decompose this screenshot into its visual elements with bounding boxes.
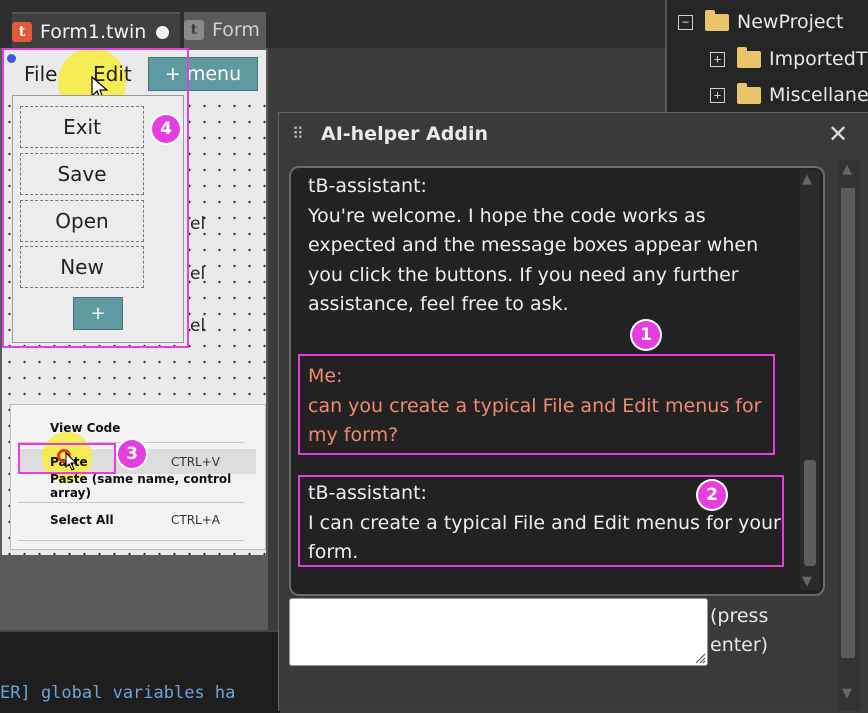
message-line: expected and the message boxes appear wh… [308,234,759,256]
annotation-badge-1: 1 [632,321,660,349]
context-item-label: Select All [50,513,114,527]
message-line: you click the buttons. If you need any f… [308,263,739,286]
message-sender: Me: [308,365,343,387]
drag-handle-icon[interactable]: ⠿ [292,124,304,143]
context-item-select-all[interactable]: Select All CTRL+A [50,508,256,532]
tab-form[interactable]: t Form [184,12,266,48]
scroll-down-icon[interactable]: ▼ [842,686,852,701]
expand-icon[interactable]: + [710,51,725,67]
chat-scrollbar-thumb[interactable] [804,460,816,566]
twinbasic-file-icon: t [12,22,32,42]
tab-label: Form [212,19,260,41]
tree-item-newproject[interactable]: − NewProject [678,7,843,37]
message-sender: tB-assistant: [308,175,427,197]
twinbasic-file-icon: t [184,20,204,40]
tree-item-label: ImportedT [769,48,868,70]
tab-label: Form1.twin [40,21,147,43]
expand-icon[interactable]: + [710,87,725,103]
annotation-badge-4: 4 [152,115,180,143]
tree-item-label: NewProject [737,11,844,33]
shortcut-label: CTRL+V [171,455,220,469]
menu-divider [18,502,244,503]
chat-message-user: Me: can you create a typical File and Ed… [308,362,788,451]
annotation-badge-3: 3 [118,440,146,468]
tree-item-label: Miscellane [769,84,868,106]
unsaved-dot-icon [156,25,170,39]
message-line: my form? [308,424,399,446]
tree-item-miscellaneous[interactable]: + Miscellane [710,80,868,110]
context-item-label: Paste (same name, control array) [50,472,232,500]
highlight-box-3 [18,443,116,474]
scroll-up-icon[interactable]: ▲ [802,172,812,187]
message-line: assistance, feel free to ask. [308,293,569,315]
label-control-fragment: el [190,316,206,336]
hint-line: enter) [710,634,769,656]
scroll-down-icon[interactable]: ▼ [802,574,812,589]
menu-divider [18,540,244,541]
folder-icon [737,82,761,104]
resize-grip-icon[interactable] [694,652,706,664]
folder-icon [737,46,761,68]
message-sender: tB-assistant: [308,482,427,504]
highlight-box-4 [2,48,189,348]
input-hint: (press enter) [710,602,768,660]
tab-form1-twin[interactable]: t Form1.twin [12,12,180,50]
label-control-fragment: el [190,214,206,234]
label-control-fragment: el [190,264,206,284]
panel-scrollbar-thumb[interactable] [841,188,855,658]
ai-panel-title: AI-helper Addin [321,123,489,145]
context-item-view-code[interactable]: View Code [50,416,288,440]
hint-line: (press [710,605,769,627]
shortcut-label: CTRL+A [171,513,220,527]
close-icon[interactable]: ✕ [828,120,848,148]
chat-message: tB-assistant: I can create a typical Fil… [308,479,784,568]
output-line: ER] global variables ha [0,683,236,703]
message-line: can you create a typical File and Edit m… [308,394,762,417]
tree-item-imported[interactable]: + ImportedT [710,44,867,74]
message-line: You're welcome. I hope the code works as [308,204,706,227]
chat-input[interactable] [289,598,708,666]
context-item-paste-array[interactable]: Paste (same name, control array) [50,472,256,500]
chat-message: tB-assistant: You're welcome. I hope the… [308,172,788,320]
scroll-up-icon[interactable]: ▲ [842,162,852,177]
folder-icon [705,9,729,31]
message-line: I can create a typical File and Edit men… [308,511,781,534]
message-line: form. [308,541,359,563]
collapse-icon[interactable]: − [678,14,693,30]
